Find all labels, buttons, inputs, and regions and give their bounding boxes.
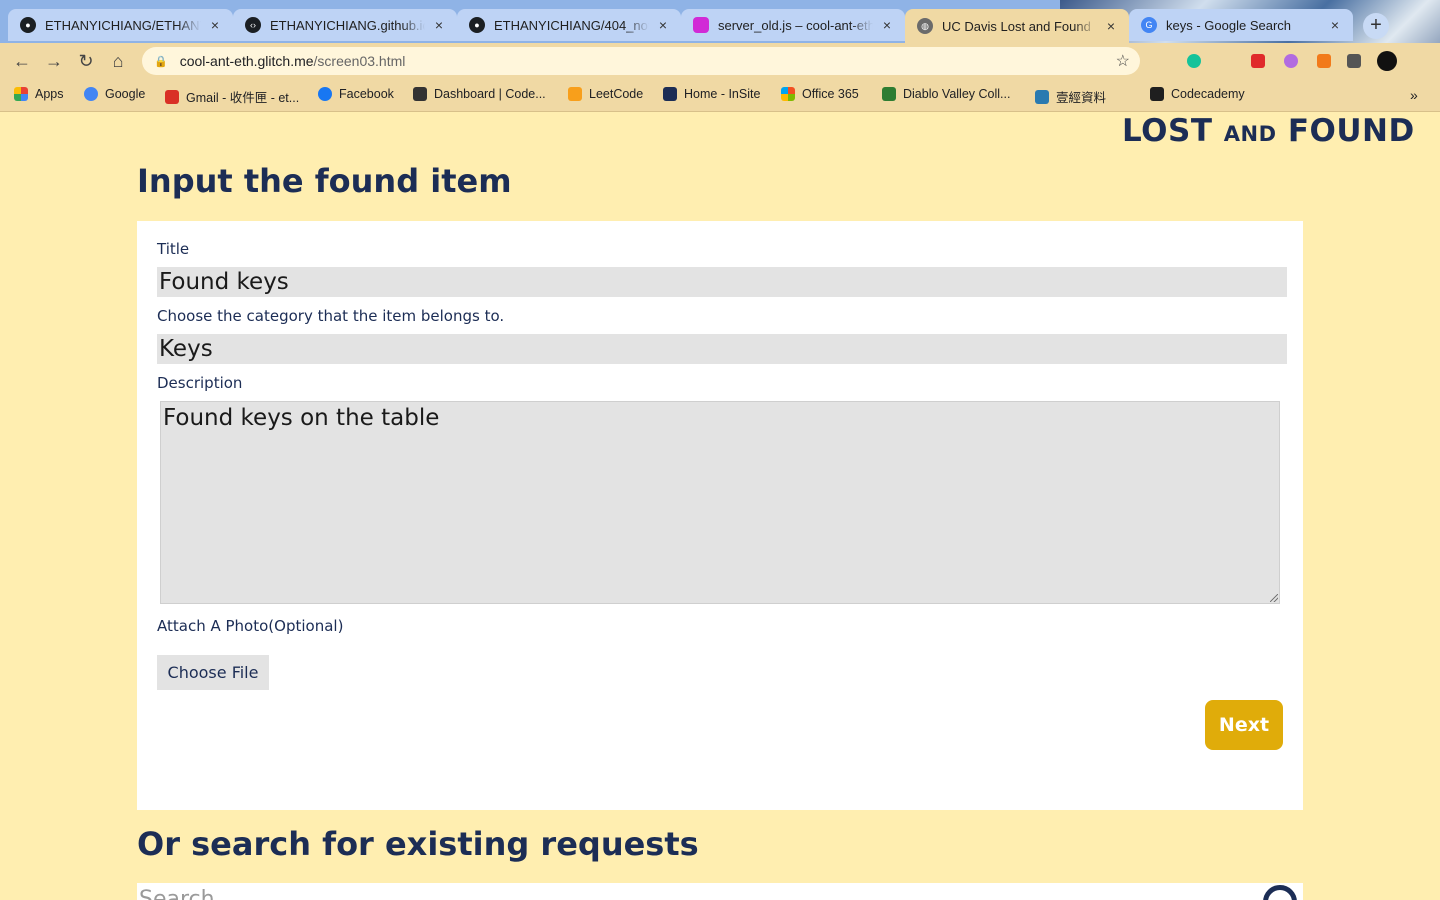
- bookmark-insite[interactable]: Home - InSite: [663, 87, 760, 101]
- extension-icon[interactable]: [1317, 54, 1331, 68]
- tab-title: server_old.js – cool-ant-eth: [718, 17, 873, 33]
- browser-tab-1[interactable]: ● ETHANYICHIANG/ETHANYIC ×: [8, 9, 233, 41]
- new-tab-button[interactable]: +: [1363, 13, 1389, 39]
- title-label: Title: [157, 240, 190, 258]
- tab-title: ETHANYICHIANG/ETHANYIC: [45, 17, 201, 33]
- browser-tab-4[interactable]: server_old.js – cool-ant-eth ×: [681, 9, 905, 41]
- search-placeholder: Search: [139, 887, 215, 900]
- codesignal-icon: [413, 87, 427, 101]
- github-icon: ●: [469, 17, 485, 33]
- url-host: cool-ant-eth.glitch.me: [179, 53, 314, 69]
- description-label: Description: [157, 374, 243, 392]
- close-icon[interactable]: ×: [431, 17, 447, 33]
- close-icon[interactable]: ×: [1103, 18, 1119, 34]
- tab-title: ETHANYICHIANG.github.io: [270, 17, 425, 33]
- apps-grid-icon: [14, 87, 28, 101]
- search-input[interactable]: Search: [137, 883, 1303, 900]
- browser-tab-2[interactable]: ‹› ETHANYICHIANG.github.io ×: [233, 9, 457, 41]
- choose-file-button[interactable]: Choose File: [157, 655, 269, 690]
- home-icon[interactable]: ⌂: [106, 49, 130, 73]
- next-button[interactable]: Next: [1205, 700, 1283, 750]
- bookmark-office[interactable]: Office 365: [781, 87, 859, 101]
- logo-and: AND: [1223, 122, 1277, 146]
- bookmark-codecademy[interactable]: Codecademy: [1150, 87, 1245, 101]
- profile-avatar[interactable]: [1377, 51, 1397, 71]
- puzzle-extensions-icon[interactable]: [1347, 54, 1361, 68]
- bookmark-apps[interactable]: Apps: [14, 87, 64, 101]
- google-icon: [84, 87, 98, 101]
- url-path: /screen03.html: [313, 53, 406, 69]
- github-icon: ●: [20, 17, 36, 33]
- bookmark-gmail[interactable]: Gmail - 收件匣 - et...: [165, 87, 299, 106]
- close-icon[interactable]: ×: [207, 17, 223, 33]
- tab-title: keys - Google Search: [1166, 17, 1292, 33]
- bookmark-icon: [1035, 89, 1049, 104]
- gmail-icon: [165, 89, 179, 104]
- description-textarea[interactable]: Found keys on the table: [160, 401, 1280, 604]
- browser-toolbar: ← → ↻ ⌂ 🔒 cool-ant-eth.glitch.me/screen0…: [0, 43, 1440, 78]
- logo-found: FOUND: [1287, 113, 1415, 149]
- forward-arrow-icon[interactable]: →: [42, 49, 66, 73]
- code-icon: ‹›: [245, 17, 261, 33]
- bookmark-leetcode[interactable]: LeetCode: [568, 87, 643, 101]
- logo-lost: LOST: [1122, 113, 1213, 149]
- lock-icon: 🔒: [154, 55, 168, 68]
- category-label: Choose the category that the item belong…: [157, 307, 505, 325]
- category-select[interactable]: Keys: [157, 334, 1287, 364]
- bookmark-dvc[interactable]: Diablo Valley Coll...: [882, 87, 1010, 101]
- extension-icon[interactable]: [1251, 54, 1265, 68]
- resize-handle-icon[interactable]: [1270, 594, 1278, 602]
- title-input[interactable]: Found keys: [157, 267, 1287, 297]
- browser-tab-strip: ● ETHANYICHIANG/ETHANYIC × ‹› ETHANYICHI…: [0, 0, 1440, 112]
- bookmarks-bar: Apps Google Gmail - 收件匣 - et... Facebook…: [0, 78, 1440, 112]
- site-logo[interactable]: LOST AND FOUND: [1122, 113, 1415, 149]
- photo-label: Attach A Photo(Optional): [157, 617, 344, 635]
- extension-icon[interactable]: [1284, 54, 1298, 68]
- close-icon[interactable]: ×: [879, 17, 895, 33]
- close-icon[interactable]: ×: [1327, 17, 1343, 33]
- bookmark-chinese[interactable]: 壹經資料: [1035, 87, 1106, 106]
- codecademy-icon: [1150, 87, 1164, 101]
- bookmark-star-icon[interactable]: ☆: [1116, 51, 1130, 71]
- browser-tab-3[interactable]: ● ETHANYICHIANG/404_not_f ×: [457, 9, 681, 41]
- close-icon[interactable]: ×: [655, 17, 671, 33]
- insite-icon: [663, 87, 677, 101]
- back-arrow-icon[interactable]: ←: [10, 49, 34, 73]
- globe-icon: ◍: [917, 18, 933, 34]
- office-icon: [781, 87, 795, 101]
- browser-tab-6[interactable]: G keys - Google Search ×: [1129, 9, 1353, 41]
- bookmark-dashboard[interactable]: Dashboard | Code...: [413, 87, 546, 101]
- leetcode-icon: [568, 87, 582, 101]
- search-heading: Or search for existing requests: [137, 825, 699, 863]
- bookmarks-overflow-chevron-icon[interactable]: »: [1410, 87, 1418, 103]
- bookmark-facebook[interactable]: Facebook: [318, 87, 394, 101]
- browser-tab-5-active[interactable]: ◍ UC Davis Lost and Found ×: [905, 9, 1129, 43]
- page-title: Input the found item: [137, 162, 512, 200]
- google-icon: G: [1141, 17, 1157, 33]
- found-item-form: Title Found keys Choose the category tha…: [137, 221, 1303, 810]
- tab-title: ETHANYICHIANG/404_not_f: [494, 17, 649, 33]
- search-icon[interactable]: [1263, 885, 1297, 900]
- tab-title: UC Davis Lost and Found: [942, 18, 1091, 34]
- reload-icon[interactable]: ↻: [74, 49, 98, 73]
- grammarly-extension-icon[interactable]: [1187, 54, 1201, 68]
- description-text: Found keys on the table: [163, 405, 440, 431]
- glitch-icon: [693, 17, 709, 33]
- bookmark-google[interactable]: Google: [84, 87, 145, 101]
- facebook-icon: [318, 87, 332, 101]
- dvc-icon: [882, 87, 896, 101]
- address-bar[interactable]: 🔒 cool-ant-eth.glitch.me/screen03.html ☆: [142, 47, 1140, 75]
